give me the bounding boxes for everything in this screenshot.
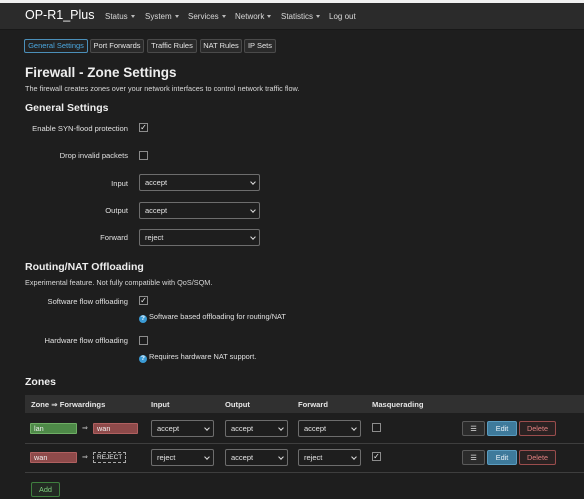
chevron-down-icon bbox=[267, 15, 272, 18]
row-forward-select[interactable]: accept bbox=[298, 420, 361, 437]
delete-button[interactable]: Delete bbox=[519, 421, 556, 436]
chevron-down-icon bbox=[250, 179, 256, 185]
menu-icon: ☰ bbox=[470, 453, 477, 462]
row-output-select[interactable]: accept bbox=[225, 420, 288, 437]
drag-menu-button[interactable]: ☰ bbox=[462, 421, 485, 436]
masquerading-checkbox[interactable]: ✓ bbox=[372, 452, 381, 461]
tab-port-forwards[interactable]: Port Forwards bbox=[90, 39, 144, 53]
forward-label: Forward bbox=[100, 233, 128, 242]
chevron-down-icon bbox=[204, 454, 210, 460]
input-label: Input bbox=[111, 179, 128, 188]
zone-chip: wan bbox=[30, 452, 77, 463]
col-forward: Forward bbox=[298, 400, 328, 409]
forward-arrow-icon: ⇒ bbox=[82, 425, 88, 432]
output-select[interactable]: accept bbox=[139, 202, 260, 219]
hardware-offload-help: ? Requires hardware NAT support. bbox=[139, 352, 257, 363]
input-select[interactable]: accept bbox=[139, 174, 260, 191]
navbar: OP-R1_Plus Status System Services Networ… bbox=[0, 3, 584, 30]
hardware-offload-checkbox[interactable] bbox=[139, 336, 148, 345]
brand-title[interactable]: OP-R1_Plus bbox=[25, 8, 94, 22]
offloading-heading: Routing/NAT Offloading bbox=[25, 261, 144, 273]
forward-select[interactable]: reject bbox=[139, 229, 260, 246]
drop-invalid-checkbox[interactable] bbox=[139, 151, 148, 160]
tab-traffic-rules[interactable]: Traffic Rules bbox=[147, 39, 197, 53]
zones-heading: Zones bbox=[25, 376, 56, 388]
offloading-description: Experimental feature. Not fully compatib… bbox=[25, 278, 213, 287]
chevron-down-icon bbox=[278, 454, 284, 460]
col-masquerading: Masquerading bbox=[372, 400, 424, 409]
menu-network[interactable]: Network bbox=[235, 12, 272, 21]
col-zone-forwardings: Zone ⇒ Forwardings bbox=[31, 400, 106, 409]
tab-general-settings[interactable]: General Settings bbox=[24, 39, 88, 53]
output-label: Output bbox=[105, 206, 128, 215]
chevron-down-icon bbox=[174, 15, 179, 18]
menu-status[interactable]: Status bbox=[105, 12, 135, 21]
col-input: Input bbox=[151, 400, 170, 409]
help-icon: ? bbox=[139, 315, 147, 323]
forward-arrow-icon: ⇒ bbox=[82, 454, 88, 461]
add-zone-button[interactable]: Add bbox=[31, 482, 60, 497]
target-zone-chip: wan bbox=[93, 423, 138, 434]
row-forward-select[interactable]: reject bbox=[298, 449, 361, 466]
menu-statistics[interactable]: Statistics bbox=[281, 12, 321, 21]
syn-flood-checkbox[interactable]: ✓ bbox=[139, 123, 148, 132]
menu-icon: ☰ bbox=[470, 424, 477, 433]
help-icon: ? bbox=[139, 355, 147, 363]
edit-button[interactable]: Edit bbox=[487, 450, 517, 465]
chevron-down-icon bbox=[204, 425, 210, 431]
chevron-down-icon bbox=[351, 454, 357, 460]
masquerading-checkbox[interactable] bbox=[372, 423, 381, 432]
target-reject-chip: REJECT bbox=[93, 452, 127, 463]
software-offload-checkbox[interactable]: ✓ bbox=[139, 296, 148, 305]
edit-button[interactable]: Edit bbox=[487, 421, 517, 436]
chevron-down-icon bbox=[250, 207, 256, 213]
chevron-down-icon bbox=[316, 15, 321, 18]
row-output-select[interactable]: accept bbox=[225, 449, 288, 466]
chevron-down-icon bbox=[351, 425, 357, 431]
row-divider bbox=[25, 443, 584, 444]
delete-button[interactable]: Delete bbox=[519, 450, 556, 465]
row-divider bbox=[25, 472, 584, 473]
tab-ip-sets[interactable]: IP Sets bbox=[244, 39, 276, 53]
zone-chip: lan bbox=[30, 423, 77, 434]
row-input-select[interactable]: accept bbox=[151, 420, 214, 437]
zones-table-header: Zone ⇒ Forwardings Input Output Forward … bbox=[25, 395, 584, 413]
row-input-select[interactable]: reject bbox=[151, 449, 214, 466]
menu-logout[interactable]: Log out bbox=[329, 12, 356, 21]
software-offload-help: ? Software based offloading for routing/N… bbox=[139, 312, 286, 323]
menu-services[interactable]: Services bbox=[188, 12, 226, 21]
page-description: The firewall creates zones over your net… bbox=[25, 84, 300, 93]
page-title: Firewall - Zone Settings bbox=[25, 65, 177, 80]
chevron-down-icon bbox=[221, 15, 226, 18]
menu-system[interactable]: System bbox=[145, 12, 179, 21]
hardware-offload-label: Hardware flow offloading bbox=[44, 336, 128, 345]
drag-menu-button[interactable]: ☰ bbox=[462, 450, 485, 465]
chevron-down-icon bbox=[278, 425, 284, 431]
chevron-down-icon bbox=[250, 234, 256, 240]
chevron-down-icon bbox=[130, 15, 135, 18]
syn-flood-label: Enable SYN-flood protection bbox=[32, 124, 128, 133]
col-output: Output bbox=[225, 400, 250, 409]
general-settings-heading: General Settings bbox=[25, 102, 109, 114]
software-offload-label: Software flow offloading bbox=[47, 297, 129, 306]
drop-invalid-label: Drop invalid packets bbox=[59, 151, 128, 160]
tab-nat-rules[interactable]: NAT Rules bbox=[200, 39, 242, 53]
